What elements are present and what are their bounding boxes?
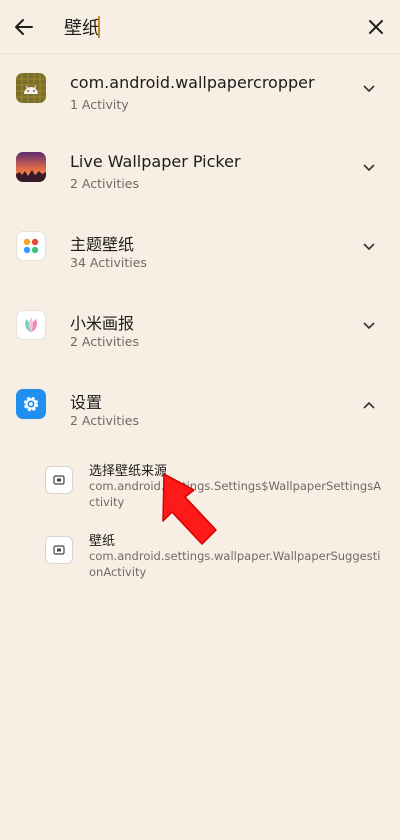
search-bar <box>0 0 400 54</box>
app-title: Live Wallpaper Picker <box>70 152 241 171</box>
sunset-icon <box>16 152 46 182</box>
search-input[interactable] <box>64 13 324 41</box>
app-row-wallpapercropper[interactable]: com.android.wallpapercropper 1 Activity <box>0 56 400 134</box>
app-activity-count: 1 Activity <box>70 97 129 112</box>
back-button[interactable] <box>8 11 40 43</box>
chevron-down-icon[interactable] <box>360 317 378 335</box>
app-row-settings[interactable]: 设置 2 Activities <box>0 372 400 450</box>
app-row-theme-wallpaper[interactable]: 主题壁纸 34 Activities <box>0 214 400 292</box>
activity-title: 选择壁纸来源 <box>89 464 168 479</box>
back-arrow-icon <box>15 19 33 35</box>
android-icon <box>16 73 46 103</box>
activity-class-name: com.android.settings.wallpaper.Wallpaper… <box>89 549 381 579</box>
app-activity-count: 34 Activities <box>70 255 147 270</box>
activity-title: 壁纸 <box>89 534 116 549</box>
close-icon <box>369 20 383 34</box>
app-title: com.android.wallpapercropper <box>70 73 315 92</box>
app-activity-count: 2 Activities <box>70 413 139 428</box>
clear-search-button[interactable] <box>360 11 392 43</box>
app-activity-count: 2 Activities <box>70 334 139 349</box>
app-row-xiaomi-huabao[interactable]: 小米画报 2 Activities <box>0 293 400 371</box>
activity-class-name: com.android.settings.Settings$WallpaperS… <box>89 479 382 509</box>
flower-icon <box>16 310 46 340</box>
activity-row-wallpaper-settings[interactable]: 选择壁纸来源 com.android.settings.Settings$Wal… <box>0 452 400 514</box>
activity-icon <box>45 466 73 494</box>
app-title: 设置 <box>70 393 103 412</box>
chevron-down-icon[interactable] <box>360 238 378 256</box>
app-activity-count: 2 Activities <box>70 176 139 191</box>
settings-gear-icon <box>16 389 46 419</box>
app-title: 主题壁纸 <box>70 235 135 254</box>
chevron-up-icon[interactable] <box>360 396 378 414</box>
theme-icon <box>16 231 46 261</box>
chevron-down-icon[interactable] <box>360 159 378 177</box>
app-row-live-wallpaper-picker[interactable]: Live Wallpaper Picker 2 Activities <box>0 135 400 213</box>
text-caret <box>98 16 100 38</box>
app-title: 小米画报 <box>70 314 135 333</box>
activity-icon <box>45 536 73 564</box>
chevron-down-icon[interactable] <box>360 80 378 98</box>
activity-row-wallpaper-suggestion[interactable]: 壁纸 com.android.settings.wallpaper.Wallpa… <box>0 522 400 584</box>
